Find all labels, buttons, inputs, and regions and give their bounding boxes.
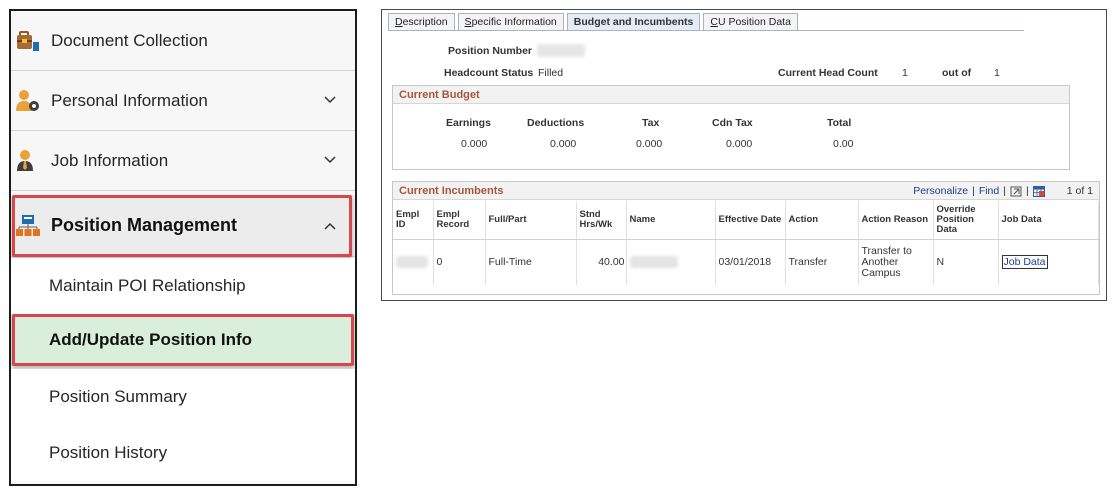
- budget-col-deductions: Deductions: [527, 117, 585, 129]
- current-incumbents-title: Current Incumbents: [399, 185, 504, 197]
- budget-col-tax: Tax: [642, 117, 660, 129]
- col-empl-id[interactable]: Empl ID: [393, 201, 434, 240]
- headcount-status-value: Filled: [538, 67, 564, 79]
- toolbar-separator: |: [1025, 185, 1029, 197]
- cell-empl-id: [393, 239, 434, 285]
- sub-item-maintain-poi-relationship[interactable]: Maintain POI Relationship: [11, 258, 355, 314]
- sub-item-label: Add/Update Position Info: [49, 330, 253, 349]
- cell-stnd-hrs: 40.00: [576, 239, 627, 285]
- budget-col-cdn-tax: Cdn Tax: [712, 117, 753, 129]
- cell-full-part: Full-Time: [485, 239, 577, 285]
- col-name[interactable]: Name: [626, 201, 716, 240]
- tab-label: escription: [402, 16, 448, 28]
- budget-total-value: 0.00: [833, 138, 854, 150]
- left-navigation-panel: Document Collection Personal Information…: [9, 9, 357, 486]
- person-gear-icon: [15, 88, 41, 114]
- budget-tax-value: 0.000: [636, 138, 663, 150]
- sub-item-label: Position History: [49, 443, 168, 462]
- tab-specific-information[interactable]: Specific Information: [457, 13, 564, 31]
- budget-deductions-value: 0.000: [550, 138, 577, 150]
- current-budget-group: Current Budget Earnings Deductions Tax C…: [392, 85, 1070, 170]
- col-empl-record[interactable]: Empl Record: [433, 201, 486, 240]
- col-full-part[interactable]: Full/Part: [485, 201, 577, 240]
- headcount-status-label: Headcount Status: [444, 67, 534, 79]
- tab-budget-and-incumbents[interactable]: Budget and Incumbents: [566, 13, 701, 31]
- empl-id-redacted: [396, 256, 428, 269]
- job-data-link[interactable]: Job Data: [1001, 254, 1048, 269]
- name-redacted: [629, 256, 678, 269]
- budget-col-earnings: Earnings: [446, 117, 491, 129]
- table-header-row: Empl ID Empl Record Full/Part Stnd Hrs/W…: [393, 201, 1099, 240]
- tab-description[interactable]: Description: [388, 13, 455, 31]
- cell-job-data: Job Data: [998, 239, 1099, 285]
- sub-item-position-summary[interactable]: Position Summary: [11, 369, 355, 425]
- current-budget-title: Current Budget: [399, 89, 480, 101]
- cell-action: Transfer: [785, 239, 859, 285]
- cell-override: N: [933, 239, 999, 285]
- sub-item-add-update-position-info[interactable]: Add/Update Position Info: [11, 314, 355, 366]
- budget-col-total: Total: [827, 117, 852, 129]
- grid-toolbar: Personalize | Find | | 1 of 1: [913, 185, 1093, 197]
- nav-item-personal-information[interactable]: Personal Information: [11, 71, 355, 131]
- person-tie-icon: [15, 148, 41, 174]
- tab-bar: Description Specific Information Budget …: [388, 13, 801, 31]
- nav-item-document-collection[interactable]: Document Collection: [11, 11, 355, 71]
- nav-item-label: Job Information: [51, 150, 169, 170]
- cell-action-reason: Transfer to Another Campus: [858, 239, 934, 285]
- tab-label: U Position Data: [717, 16, 791, 28]
- group-header: Current Incumbents Personalize | Find | …: [393, 182, 1099, 200]
- tab-accesskey: C: [710, 16, 718, 28]
- chevron-up-icon[interactable]: [323, 219, 337, 233]
- toolbar-separator: |: [1003, 185, 1006, 197]
- cell-empl-record: 0: [433, 239, 486, 285]
- tab-underline: [388, 30, 1024, 31]
- out-of-value: 1: [994, 67, 1000, 79]
- col-stnd-hrs[interactable]: Stnd Hrs/Wk: [576, 201, 627, 240]
- col-override-position-data[interactable]: Override Position Data: [933, 201, 999, 240]
- chevron-down-icon[interactable]: [323, 153, 337, 167]
- col-job-data[interactable]: Job Data: [998, 201, 1099, 240]
- cell-name: [626, 239, 716, 285]
- table-row: 0 Full-Time 40.00 03/01/2018 Transfer Tr…: [393, 239, 1099, 285]
- sub-item-position-history[interactable]: Position History: [11, 425, 355, 481]
- position-number-value-redacted: [537, 44, 585, 57]
- tab-label: Budget and Incumbents: [573, 16, 694, 28]
- org-chart-icon: [15, 213, 41, 239]
- position-data-panel: Description Specific Information Budget …: [381, 9, 1107, 301]
- col-action-reason[interactable]: Action Reason: [858, 201, 934, 240]
- col-action[interactable]: Action: [785, 201, 859, 240]
- nav-item-label: Personal Information: [51, 90, 208, 110]
- download-spreadsheet-icon[interactable]: [1032, 185, 1045, 197]
- pager-text: 1 of 1: [1066, 185, 1093, 197]
- tab-accesskey: D: [395, 16, 403, 28]
- budget-earnings-value: 0.000: [461, 138, 488, 150]
- nav-item-job-information[interactable]: Job Information: [11, 131, 355, 191]
- tab-cu-position-data[interactable]: CU Position Data: [703, 13, 798, 31]
- budget-cdn-tax-value: 0.000: [726, 138, 753, 150]
- view-all-icon[interactable]: [1010, 186, 1022, 197]
- tab-label: pecific Information: [471, 16, 557, 28]
- find-link[interactable]: Find: [979, 185, 999, 197]
- nav-item-label: Position Management: [51, 215, 238, 235]
- current-head-count-label: Current Head Count: [778, 67, 878, 79]
- chevron-down-icon[interactable]: [323, 93, 337, 107]
- current-incumbents-group: Current Incumbents Personalize | Find | …: [392, 181, 1100, 295]
- current-head-count-value: 1: [902, 67, 908, 79]
- col-effective-date[interactable]: Effective Date: [715, 201, 786, 240]
- out-of-label: out of: [942, 67, 972, 79]
- sub-item-label: Maintain POI Relationship: [49, 276, 246, 295]
- nav-item-position-management[interactable]: Position Management: [11, 195, 355, 257]
- tab-accesskey: S: [464, 16, 472, 28]
- cell-effective-date: 03/01/2018: [715, 239, 786, 285]
- position-number-label: Position Number: [448, 45, 533, 57]
- briefcase-icon: [15, 28, 41, 54]
- nav-item-label: Document Collection: [51, 30, 208, 50]
- personalize-link[interactable]: Personalize: [913, 185, 968, 197]
- sub-item-label: Position Summary: [49, 387, 187, 406]
- incumbents-table: Empl ID Empl Record Full/Part Stnd Hrs/W…: [393, 201, 1099, 285]
- group-header: Current Budget: [393, 86, 1069, 104]
- toolbar-separator: |: [972, 185, 975, 197]
